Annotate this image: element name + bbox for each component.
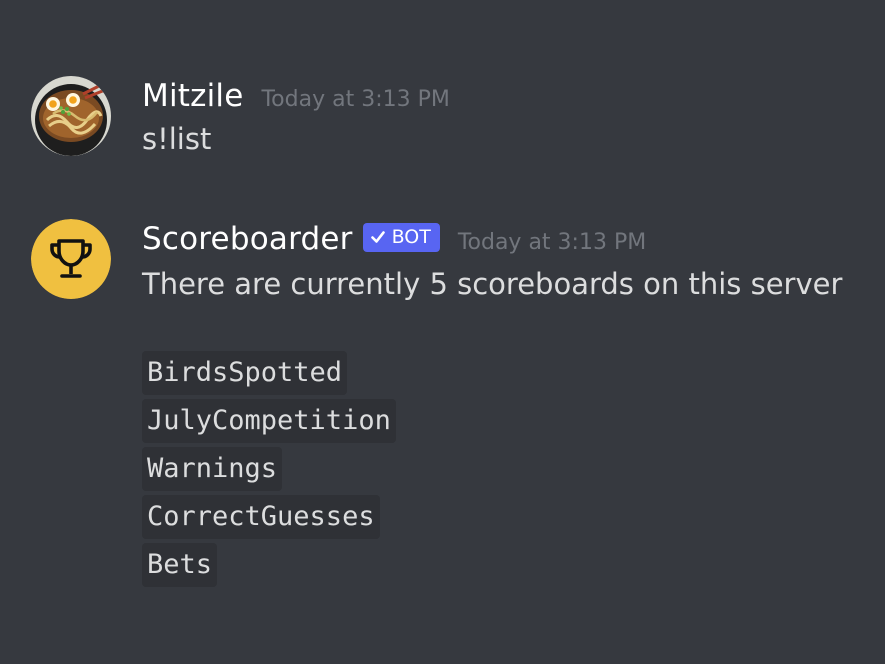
trophy-icon	[31, 219, 111, 299]
author-name[interactable]: Mitzile	[142, 78, 243, 114]
bot-badge: BOT	[362, 222, 440, 252]
scoreboard-name: JulyCompetition	[142, 399, 396, 443]
scoreboard-list: BirdsSpotted JulyCompetition Warnings Co…	[142, 351, 842, 587]
message-content: Mitzile Today at 3:13 PM s!list	[142, 76, 450, 156]
message-timestamp: Today at 3:13 PM	[457, 229, 647, 255]
message-text: There are currently 5 scoreboards on thi…	[142, 267, 843, 301]
message-timestamp: Today at 3:13 PM	[261, 86, 450, 112]
scoreboard-name: BirdsSpotted	[142, 351, 348, 395]
bot-avatar[interactable]	[31, 219, 111, 299]
bot-badge-label: BOT	[391, 226, 431, 248]
scoreboard-name: Warnings	[142, 447, 283, 491]
message-content: Scoreboarder BOT Today at 3:13 PM There …	[142, 219, 842, 587]
message-header: Scoreboarder BOT Today at 3:13 PM	[142, 219, 842, 259]
user-avatar[interactable]	[31, 76, 111, 156]
ramen-bowl-icon	[31, 76, 111, 156]
message-text: s!list	[142, 122, 212, 156]
checkmark-icon	[370, 231, 385, 243]
scoreboard-name: Bets	[142, 543, 218, 587]
author-name[interactable]: Scoreboarder	[142, 221, 353, 257]
scoreboard-name: CorrectGuesses	[142, 495, 380, 539]
message-header: Mitzile Today at 3:13 PM	[142, 76, 450, 116]
